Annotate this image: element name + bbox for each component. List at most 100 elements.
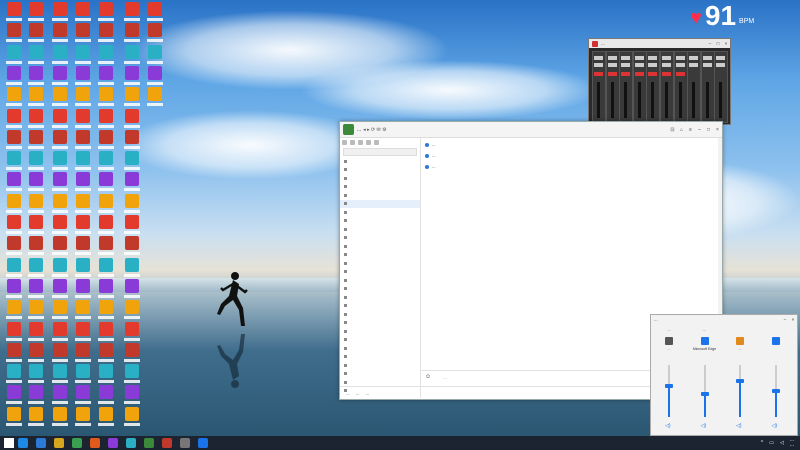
- mixer-channel-strip[interactable]: [700, 51, 715, 123]
- desktop-shortcut-icon[interactable]: [50, 65, 70, 86]
- desktop-shortcut-icon[interactable]: [73, 236, 93, 256]
- desktop-shortcut-icon[interactable]: [26, 151, 46, 171]
- desktop-shortcut-icon[interactable]: [50, 151, 70, 171]
- volume-channel[interactable]: ... ◁): [725, 327, 755, 431]
- close-icon[interactable]: ×: [713, 127, 722, 133]
- mixer-channel-strip[interactable]: [660, 51, 674, 123]
- desktop-shortcut-icon[interactable]: [50, 108, 70, 129]
- desktop-shortcut-icon[interactable]: [50, 364, 70, 384]
- desktop-shortcut-icon[interactable]: [96, 193, 116, 214]
- desktop-shortcut-icon[interactable]: [122, 257, 142, 278]
- desktop-shortcut-icon[interactable]: [26, 278, 46, 299]
- desktop-shortcut-icon[interactable]: [26, 215, 46, 235]
- contact-tree-item[interactable]: [340, 327, 420, 336]
- pin-icon[interactable]: ⊡: [668, 127, 677, 133]
- desktop-shortcut-icon[interactable]: [26, 385, 46, 405]
- home-icon[interactable]: ⌂: [677, 127, 686, 133]
- desktop-shortcut-icon[interactable]: [50, 278, 70, 299]
- desktop-shortcut-icon[interactable]: [50, 406, 70, 427]
- desktop-shortcut-icon[interactable]: [4, 364, 24, 384]
- desktop-shortcut-icon[interactable]: [122, 172, 142, 192]
- desktop-shortcut-icon[interactable]: [73, 87, 93, 107]
- desktop-shortcut-icon[interactable]: [73, 2, 93, 22]
- contact-tree-item[interactable]: [340, 217, 420, 226]
- contact-tree-item[interactable]: [340, 268, 420, 277]
- mute-indicator[interactable]: [662, 72, 671, 76]
- bottom-item[interactable]: ...: [366, 391, 370, 396]
- desktop-shortcut-icon[interactable]: [73, 342, 93, 363]
- speaker-icon[interactable]: ◁): [772, 423, 778, 429]
- desktop-shortcut-icon[interactable]: [26, 65, 46, 86]
- taskbar-app-icon[interactable]: [180, 438, 190, 448]
- desktop-shortcut-icon[interactable]: [50, 172, 70, 192]
- contact-list-panel[interactable]: [340, 138, 421, 398]
- contact-tree-item[interactable]: [340, 285, 420, 294]
- desktop-shortcut-icon[interactable]: [26, 236, 46, 256]
- desktop-shortcut-icon[interactable]: [122, 129, 142, 150]
- desktop-shortcut-icon[interactable]: [73, 151, 93, 171]
- desktop-shortcut-icon[interactable]: [122, 215, 142, 235]
- toolbar-icons[interactable]: ◂ ▸ ⟳ ✉ ⚙: [363, 127, 386, 133]
- contact-tree-item[interactable]: [340, 259, 420, 268]
- desktop-shortcut-icon[interactable]: [96, 406, 116, 427]
- taskbar-app-icon[interactable]: [18, 438, 28, 448]
- desktop-shortcut-icon[interactable]: [96, 2, 116, 22]
- desktop-shortcut-icon[interactable]: [122, 193, 142, 214]
- desktop-shortcut-icon[interactable]: [122, 236, 142, 256]
- mixer-channel-strip[interactable]: [646, 51, 661, 123]
- taskbar-app-icon[interactable]: [162, 438, 172, 448]
- channel-fader[interactable]: [678, 82, 682, 118]
- desktop-shortcut-icon[interactable]: [4, 172, 24, 192]
- clock[interactable]: ... ...: [790, 438, 794, 448]
- contact-tree-item[interactable]: [340, 370, 420, 379]
- minimize-icon[interactable]: –: [695, 127, 704, 133]
- contact-tree-item[interactable]: [340, 302, 420, 311]
- desktop-shortcut-icon[interactable]: [145, 2, 165, 22]
- desktop-shortcut-icon[interactable]: [145, 44, 165, 65]
- volume-slider-thumb[interactable]: [736, 378, 744, 383]
- taskbar-app-icon[interactable]: [108, 438, 118, 448]
- desktop-shortcut-icon[interactable]: [73, 257, 93, 278]
- desktop-shortcut-icon[interactable]: [4, 342, 24, 363]
- desktop-shortcut-icon[interactable]: [26, 44, 46, 65]
- desktop-shortcut-icon[interactable]: [122, 151, 142, 171]
- desktop-shortcut-icon[interactable]: [122, 364, 142, 384]
- mute-indicator[interactable]: [675, 72, 685, 76]
- desktop-shortcut-icon[interactable]: [50, 193, 70, 214]
- desktop-shortcut-icon[interactable]: [73, 300, 93, 320]
- speaker-icon[interactable]: ◁: [780, 440, 784, 446]
- desktop-shortcut-icon[interactable]: [122, 2, 142, 22]
- desktop-shortcut-icon[interactable]: [145, 87, 165, 107]
- mixer-channel-strip[interactable]: [687, 51, 702, 123]
- desktop-shortcut-icon[interactable]: [122, 321, 142, 342]
- desktop-shortcut-icon[interactable]: [96, 87, 116, 107]
- desktop-shortcut-icon[interactable]: [50, 215, 70, 235]
- desktop-shortcut-icon[interactable]: [73, 44, 93, 65]
- desktop-shortcut-icon[interactable]: [4, 87, 24, 107]
- volume-slider-thumb[interactable]: [700, 391, 709, 396]
- desktop-shortcut-icon[interactable]: [4, 278, 24, 299]
- taskbar[interactable]: ^ ▭ ◁ ... ...: [0, 436, 800, 450]
- contact-tree-item[interactable]: [340, 183, 420, 192]
- desktop-shortcut-icon[interactable]: [50, 87, 70, 107]
- channel-fader[interactable]: [624, 82, 628, 118]
- desktop-shortcut-icon[interactable]: [96, 321, 116, 342]
- desktop-shortcut-icon[interactable]: [122, 342, 142, 363]
- mute-indicator[interactable]: [594, 72, 603, 76]
- contact-tree-item[interactable]: [340, 353, 420, 362]
- desktop-shortcut-icon[interactable]: [96, 364, 116, 384]
- contact-tree-item[interactable]: [340, 242, 420, 251]
- desktop-shortcut-icon[interactable]: [122, 23, 142, 43]
- desktop-shortcut-icon[interactable]: [50, 300, 70, 320]
- mute-indicator[interactable]: [607, 72, 617, 76]
- desktop-shortcut-icon[interactable]: [4, 193, 24, 214]
- desktop-shortcut-icon[interactable]: [122, 65, 142, 86]
- channel-fader[interactable]: [705, 82, 709, 118]
- mute-indicator[interactable]: [648, 72, 658, 76]
- desktop-shortcut-icon[interactable]: [96, 65, 116, 86]
- desktop-shortcut-icon[interactable]: [4, 236, 24, 256]
- desktop-shortcut-icon[interactable]: [26, 172, 46, 192]
- channel-fader[interactable]: [665, 82, 668, 118]
- desktop-shortcut-icon[interactable]: [73, 23, 93, 43]
- desktop-shortcut-icon[interactable]: [96, 215, 116, 235]
